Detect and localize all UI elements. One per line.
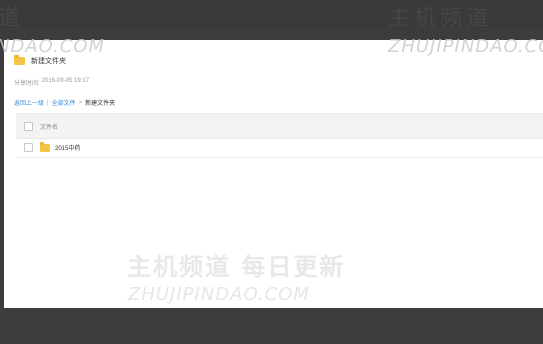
breadcrumb: 返回上一级 | 全部文件 > 新建文件夹 bbox=[14, 98, 116, 108]
watermark-text: 主机频道 bbox=[388, 6, 493, 31]
folder-icon bbox=[14, 55, 25, 65]
breadcrumb-separator: | bbox=[47, 99, 49, 106]
breadcrumb-arrow: > bbox=[78, 99, 83, 106]
watermark-text: ZHUJIPINDAO.COM bbox=[128, 284, 310, 305]
folder-icon bbox=[40, 141, 50, 152]
select-all-checkbox[interactable] bbox=[24, 121, 33, 131]
watermark-text: 主机频道 每日更新 bbox=[127, 252, 346, 281]
watermark-text: 道 bbox=[0, 6, 22, 31]
breadcrumb-current: 新建文件夹 bbox=[85, 101, 116, 107]
watermark-text: NDAO.COM bbox=[0, 36, 106, 57]
share-time-label: 分享时间: bbox=[14, 81, 40, 87]
folder-title: 新建文件夹 bbox=[31, 58, 66, 65]
all-files-link[interactable]: 全部文件 bbox=[52, 98, 76, 107]
back-link[interactable]: 返回上一级 bbox=[14, 98, 44, 107]
share-time-value: 2016-09-05 19:17 bbox=[41, 78, 90, 84]
share-time: 分享时间: 2016-09-05 19:17 bbox=[14, 78, 89, 87]
file-name[interactable]: 2015中药 bbox=[55, 143, 80, 152]
file-row[interactable]: 2015中药 bbox=[16, 138, 543, 158]
filename-column-header[interactable]: 文件名 bbox=[40, 122, 58, 131]
watermark-text: ZHUJIPINDAO.COM bbox=[388, 36, 543, 57]
bottom-dark-bar bbox=[0, 308, 543, 344]
row-checkbox[interactable] bbox=[24, 143, 33, 152]
file-list-header: 文件名 bbox=[16, 113, 543, 139]
